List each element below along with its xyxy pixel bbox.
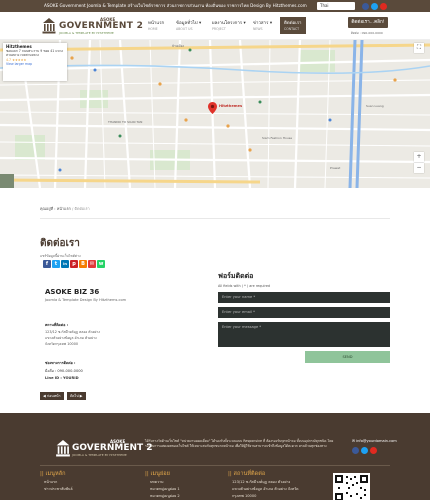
nav-home-label: หน้าแรก <box>148 21 165 26</box>
nav-news[interactable]: ข่าวสาร ▾ NEWS <box>253 19 272 31</box>
nav-contact-sub: CONTACT <box>284 27 300 31</box>
contact-heading: ช่องทางการติดต่อ : <box>45 361 76 365</box>
map-place-label: Hitzthemes <box>219 104 243 108</box>
youtube-icon[interactable] <box>380 2 387 10</box>
footer-description: ได้รับรางวัลด้านเว็บไซต์ "หน่วยงานยอดเยี… <box>145 439 334 448</box>
header-phone: ติดต่อ : 090-000-0000 <box>351 31 383 35</box>
facebook-icon[interactable] <box>362 2 369 10</box>
nav-project-label: ผลงานโครงการ ▾ <box>212 21 246 26</box>
breadcrumb-home[interactable]: หน้าแรก <box>57 206 71 211</box>
language-select[interactable]: Thai <box>317 2 355 10</box>
footer-divider <box>40 465 390 466</box>
logo-subtitle: JOOMLA & TEMPLATE BY HITZTHEME <box>59 31 114 35</box>
map-label: Siam Fashion House <box>262 136 293 140</box>
footer-col-heading: || เมนูหลัก <box>40 471 66 477</box>
fullscreen-icon[interactable]: ⛶ <box>414 43 424 53</box>
map-place-card: Hitzthemes ซอยแยก 7 ถนนพระราม 9 ซอย 41 แ… <box>3 43 67 81</box>
map-label: Prawet <box>330 166 341 170</box>
address-line: แขวงตัวอย่างข้อมูล อำเภอ ตัวอย่าง <box>45 336 97 340</box>
name-input[interactable]: Enter your name * <box>218 292 390 303</box>
map-label: THANNO TO SUAN TAN <box>108 120 143 124</box>
send-button[interactable]: SEND <box>305 351 390 363</box>
footer-link[interactable]: บทความ <box>150 479 163 485</box>
map-card-address: ซอยแยก 7 ถนนพระราม 9 ซอย 41 แขวงสวนหลวง … <box>6 49 63 57</box>
top-announcement-bar: ASOKE Government Joomla & Template สร้าง… <box>0 0 430 12</box>
facebook-share-icon[interactable]: f <box>43 260 51 268</box>
nav-news-label: ข่าวสาร ▾ <box>253 21 273 26</box>
prev-page-button[interactable]: ◀ ก่อนหน้า <box>40 392 64 400</box>
page-title: ติดต่อเรา <box>40 238 80 249</box>
footer-address-line: แขวงตัวอย่างข้อมูล อำเภอ ตัวอย่าง จังหวั… <box>232 487 299 491</box>
linkedin-share-icon[interactable]: in <box>61 260 69 268</box>
zoom-in-button[interactable]: + <box>414 152 424 162</box>
contact-cta-button[interactable]: ติดต่อเรา...คลิก! <box>348 17 388 28</box>
twitter-icon[interactable] <box>361 447 368 454</box>
breadcrumb: คุณอยู่ที่ : หน้าแรก / ติดต่อเรา <box>40 206 90 212</box>
email-share-icon[interactable]: ✉ <box>88 260 96 268</box>
footer-email[interactable]: ✉ info@yourdomain.com <box>352 439 397 443</box>
site-footer: ASOKE GOVERNMENT 2 JOOMLA & TEMPLATE BY … <box>0 413 430 500</box>
google-map[interactable]: Hitzthemes บ้าน หนองบอน บ้านเมือง THANNO… <box>0 40 430 188</box>
footer-address-line: กรุงเทพ 10000 <box>232 494 257 498</box>
footer-logo-title: GOVERNMENT 2 <box>72 443 153 453</box>
form-title: ฟอร์มติดต่อ <box>218 272 254 280</box>
nav-about-label: ข้อมูลทั่วไป ▾ <box>176 21 202 26</box>
form-required-note: All fields with ( * ) are required <box>218 284 271 288</box>
pinterest-share-icon[interactable]: p <box>70 260 78 268</box>
next-page-button[interactable]: ถัดไป ▶ <box>67 392 86 400</box>
footer-link[interactable]: หมวดหมู่เมนูย่อย 1 <box>150 486 180 492</box>
contact-line-id: Line ID : YOURID <box>45 376 79 380</box>
nav-news-sub: NEWS <box>253 27 263 31</box>
footer-col-heading: || เมนูย่อย <box>145 471 170 477</box>
breadcrumb-separator: / <box>72 206 74 211</box>
address-line: 123/12 ซ.กัสมีวงค์มุฎ คลอง ตัวอย่าง <box>45 330 100 334</box>
government-building-icon <box>42 18 56 34</box>
whatsapp-share-icon[interactable]: w <box>97 260 105 268</box>
footer-link[interactable]: ข่าวประชาสัมพันธ์ <box>44 486 73 492</box>
map-pin-icon[interactable] <box>208 102 217 114</box>
contact-phone: มือถือ : 090-000-0000 <box>45 369 83 373</box>
nav-project[interactable]: ผลงานโครงการ ▾ PROJECT <box>212 19 246 31</box>
footer-col-heading: || สถานที่ติดต่อ <box>228 471 266 477</box>
government-building-icon <box>56 440 70 457</box>
view-larger-map-link[interactable]: View larger map <box>6 62 64 66</box>
map-label: Suan Luang <box>366 104 384 108</box>
map-label: บ้านเมือง <box>172 44 184 48</box>
footer-logo-subtitle: JOOMLA & TEMPLATE BY HITZTHEME <box>72 453 127 457</box>
company-subtitle: Joomla & Template Design By Hitzthems.co… <box>45 298 127 302</box>
youtube-icon[interactable] <box>370 447 377 454</box>
email-input[interactable]: Enter your email * <box>218 307 390 318</box>
zoom-out-button[interactable]: − <box>414 163 424 173</box>
nav-project-sub: PROJECT <box>212 27 226 31</box>
company-name: ASOKE BIZ 36 <box>45 288 100 296</box>
site-header: ASOKE GOVERNMENT 2 JOOMLA & TEMPLATE BY … <box>0 12 430 40</box>
divider <box>40 218 390 219</box>
nav-contact[interactable]: ติดต่อเรา CONTACT <box>280 17 306 34</box>
facebook-icon[interactable] <box>352 447 359 454</box>
twitter-icon[interactable] <box>371 2 378 10</box>
nav-about-sub: ABOUT US <box>176 27 193 31</box>
logo-title[interactable]: GOVERNMENT 2 <box>59 21 143 31</box>
breadcrumb-current: ติดต่อเรา <box>74 206 90 211</box>
blogger-share-icon[interactable]: B <box>79 260 87 268</box>
footer-link[interactable]: หน้าแรก <box>44 479 57 485</box>
address-heading: สถานที่ติดต่อ : <box>45 323 69 327</box>
message-textarea[interactable]: Enter your message * <box>218 322 390 347</box>
breadcrumb-label: คุณอยู่ที่ : <box>40 206 56 211</box>
address-line: จังหวัดกรุงเทพ 10000 <box>45 342 79 346</box>
topbar-text: ASOKE Government Joomla & Template สร้าง… <box>44 3 307 8</box>
twitter-share-icon[interactable]: t <box>52 260 60 268</box>
nav-home-sub: HOME <box>148 27 158 31</box>
nav-contact-label: ติดต่อเรา <box>284 21 302 26</box>
share-label: แชร์ข้อมูลนี้ผ่านเว็บไซต์ต่าง <box>40 254 81 258</box>
qr-code <box>333 473 370 500</box>
footer-address-line: 123/12 ซ.กัสมีวงค์มุฎ คลอง ตัวอย่าง <box>232 480 291 484</box>
footer-link[interactable]: หมวดหมู่เมนูย่อย 2 <box>150 493 180 499</box>
nav-about[interactable]: ข้อมูลทั่วไป ▾ ABOUT US <box>176 19 201 31</box>
nav-home[interactable]: หน้าแรก HOME <box>148 19 164 31</box>
